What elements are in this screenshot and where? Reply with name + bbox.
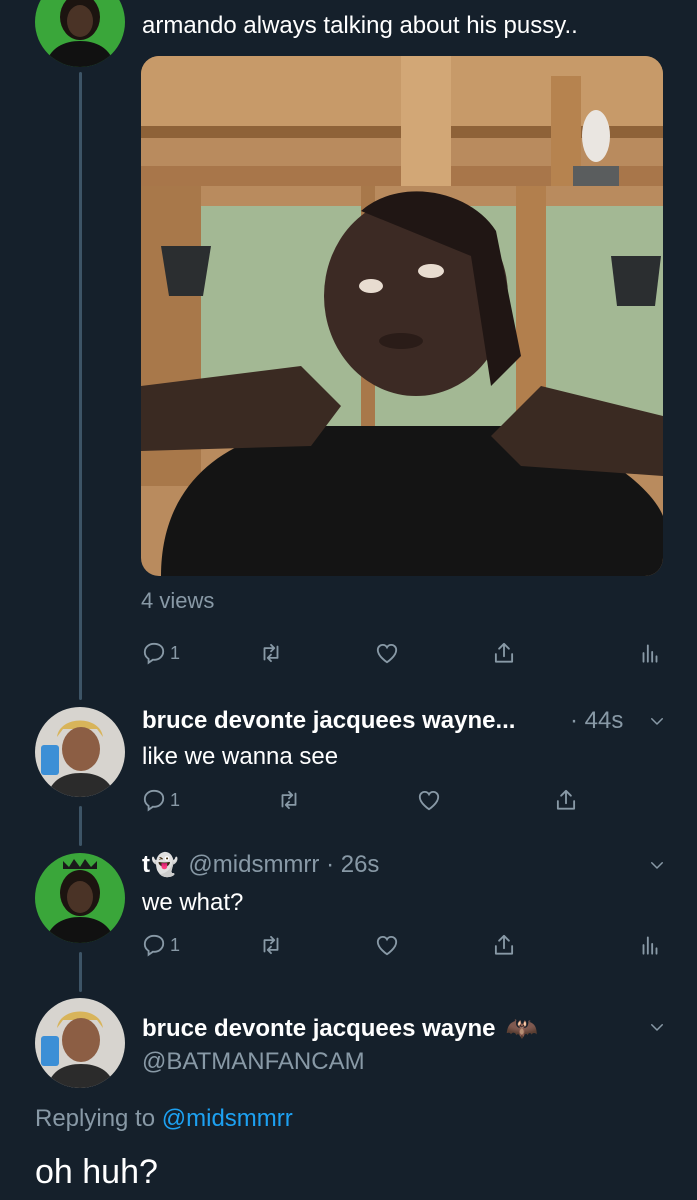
more-options-button[interactable] [648, 1018, 666, 1041]
share-button[interactable] [491, 640, 517, 666]
like-button[interactable] [374, 932, 400, 958]
tweet-time: · 44s [570, 707, 624, 734]
avatar-batmanfancam-2[interactable] [35, 998, 125, 1088]
tweet-video[interactable] [141, 56, 663, 576]
ghost-emoji: 👻 [151, 852, 179, 877]
thread-connector [79, 806, 82, 846]
thread-connector [79, 72, 82, 700]
share-button[interactable] [553, 787, 579, 813]
heart-icon [374, 932, 400, 958]
tweet-actions: 1 [141, 932, 663, 968]
tweet-text: we what? [142, 889, 244, 916]
chevron-down-icon [648, 1018, 666, 1036]
reply-icon [141, 640, 167, 666]
chevron-down-icon [648, 856, 666, 874]
reply-icon [141, 787, 167, 813]
video-frame-image [141, 56, 663, 576]
avatar-midsmmrr-2[interactable] [35, 853, 125, 943]
retweet-button[interactable] [258, 640, 284, 666]
reply-count: 1 [170, 642, 181, 663]
avatar-batmanfancam-1[interactable] [35, 707, 125, 797]
reply-button[interactable]: 1 [141, 640, 180, 666]
tweet-header: bruce devonte jacquees wayne 🦇 [142, 1013, 538, 1044]
reply-icon [141, 932, 167, 958]
share-button[interactable] [491, 932, 517, 958]
focused-tweet-text: oh huh? [35, 1153, 158, 1191]
replying-to-handle-link[interactable]: @midsmmrr [162, 1105, 293, 1132]
display-name[interactable]: bruce devonte jacquees wayne... [142, 707, 515, 735]
bat-emoji: 🦇 [505, 1013, 538, 1043]
share-icon [553, 787, 579, 813]
tweet-header: t 👻 @midsmmrr · 26s [142, 851, 379, 879]
handle-and-time: @midsmmrr · 26s [188, 851, 380, 878]
analytics-icon [637, 640, 663, 666]
tweet-actions: 1 [141, 787, 663, 823]
share-icon [491, 932, 517, 958]
like-button[interactable] [416, 787, 442, 813]
like-button[interactable] [374, 640, 400, 666]
replying-to: Replying to @midsmmrr [35, 1105, 293, 1133]
analytics-icon [637, 932, 663, 958]
tweet-text: armando always talking about his pussy.. [142, 12, 578, 39]
replying-to-label: Replying to [35, 1105, 156, 1132]
share-icon [491, 640, 517, 666]
tweet-actions: 1 [141, 640, 663, 676]
retweet-icon [258, 640, 284, 666]
thread-connector [79, 952, 82, 992]
more-options-button[interactable] [648, 712, 666, 735]
reply-count: 1 [170, 934, 181, 955]
chevron-down-icon [648, 712, 666, 730]
heart-icon [416, 787, 442, 813]
retweet-icon [276, 787, 302, 813]
reply-count: 1 [170, 789, 181, 810]
heart-icon [374, 640, 400, 666]
analytics-button[interactable] [637, 640, 663, 666]
more-options-button[interactable] [648, 856, 666, 879]
display-name[interactable]: t [142, 851, 150, 879]
view-count: 4 views [141, 588, 215, 613]
retweet-icon [258, 932, 284, 958]
user-handle[interactable]: @BATMANFANCAM [142, 1048, 365, 1076]
retweet-button[interactable] [258, 932, 284, 958]
tweet-text: like we wanna see [142, 743, 339, 770]
analytics-button[interactable] [637, 932, 663, 958]
reply-button[interactable]: 1 [141, 932, 180, 958]
avatar-midsmmrr-1[interactable] [35, 0, 125, 67]
reply-button[interactable]: 1 [141, 787, 180, 813]
display-name[interactable]: bruce devonte jacquees wayne [142, 1015, 495, 1043]
retweet-button[interactable] [276, 787, 302, 813]
